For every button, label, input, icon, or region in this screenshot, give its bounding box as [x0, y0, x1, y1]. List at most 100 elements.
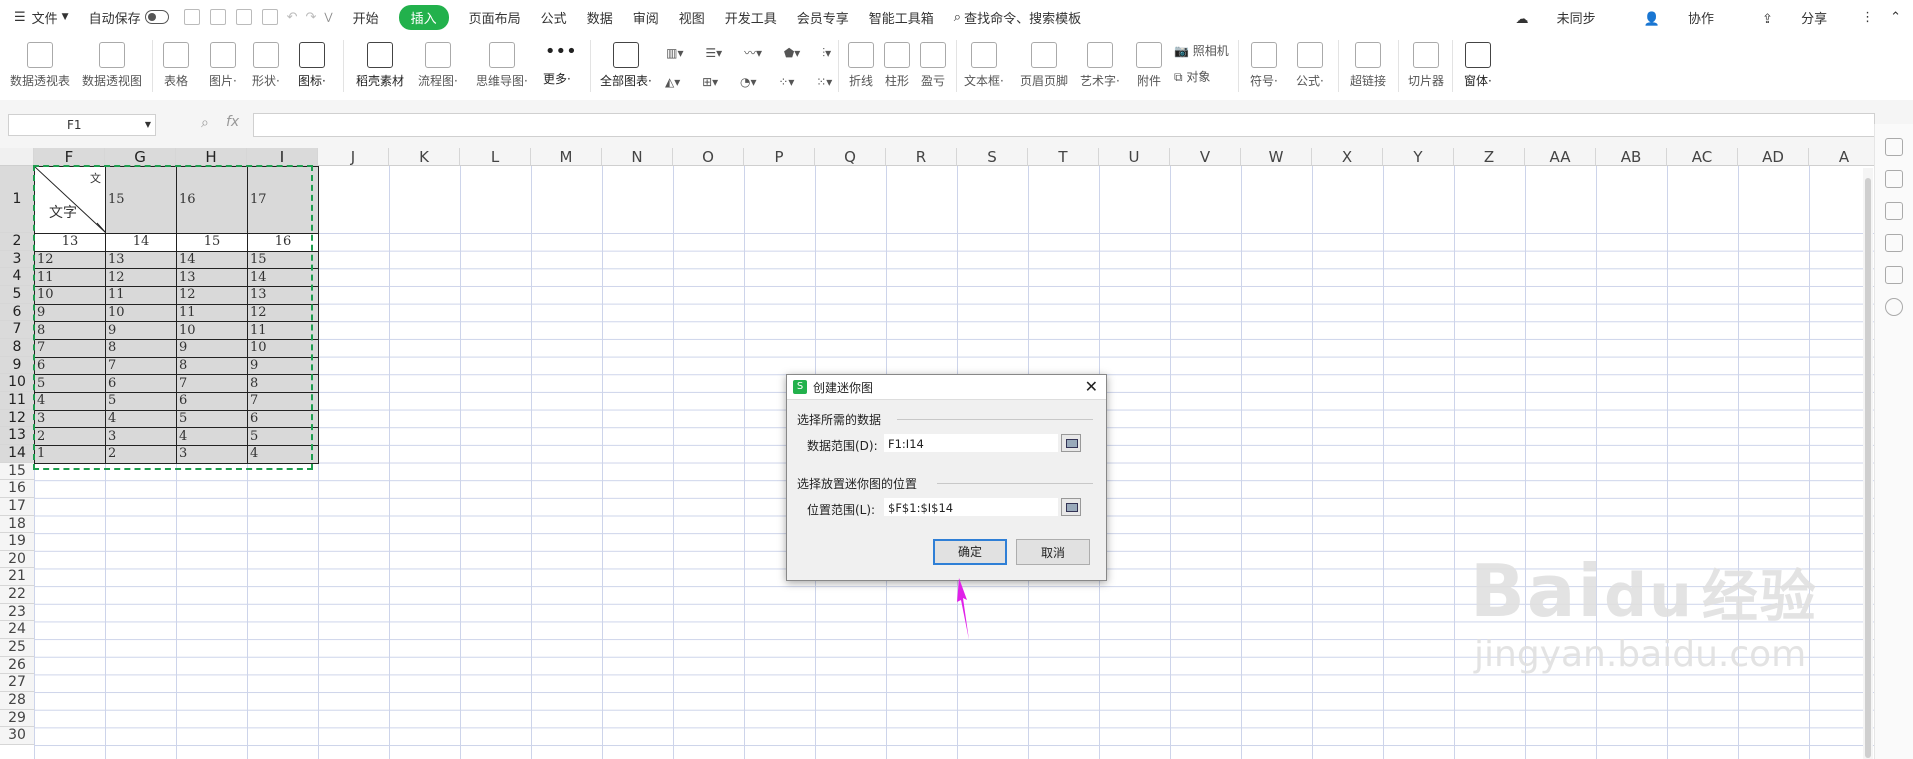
row-header[interactable]: 11 — [0, 391, 34, 410]
column-header[interactable]: W — [1241, 148, 1312, 166]
column-header[interactable]: H — [176, 148, 247, 166]
header-footer-button[interactable]: 页眉页脚 — [1020, 42, 1068, 89]
column-header[interactable]: T — [1028, 148, 1099, 166]
tab-home[interactable]: 开始 — [353, 8, 379, 27]
collapse-icon[interactable]: ⌃ — [1890, 10, 1901, 25]
row-header[interactable]: 28 — [0, 692, 34, 710]
chart-type-grid[interactable]: ▥▾ ☰▾ 〰▾ ⬟▾ ⫶▾ ◭▾ ⊞▾ ◔▾ ⁘▾ ⁙▾ — [665, 44, 832, 89]
row-header[interactable]: 6 — [0, 303, 34, 322]
close-icon[interactable]: ✕ — [1085, 377, 1098, 396]
row-header[interactable]: 29 — [0, 709, 34, 728]
data-range-input[interactable]: F1:I14 — [883, 433, 1059, 453]
row-header[interactable]: 13 — [0, 427, 34, 445]
redo-icon[interactable]: ↷ — [306, 10, 317, 25]
row-header[interactable]: 27 — [0, 674, 34, 693]
icon-button[interactable]: 图标· — [298, 42, 326, 89]
ok-button[interactable]: 确定 — [933, 539, 1007, 565]
row-header[interactable]: 15 — [0, 462, 34, 481]
sliders-icon[interactable] — [1885, 202, 1903, 220]
row-header[interactable]: 17 — [0, 497, 34, 516]
row-header[interactable]: 25 — [0, 639, 34, 657]
column-header[interactable]: S — [957, 148, 1028, 166]
column-chart-icon[interactable]: ▥▾ — [666, 46, 683, 60]
symbol-button[interactable]: 符号· — [1250, 42, 1278, 89]
pointer-icon[interactable] — [1885, 170, 1903, 188]
print-icon[interactable] — [235, 9, 252, 25]
scrollbar-thumb[interactable] — [1865, 178, 1871, 758]
row-header[interactable]: 10 — [0, 374, 34, 392]
zoom-search-icon[interactable]: ⌕ — [201, 115, 209, 131]
area-chart-icon[interactable]: ◭▾ — [665, 75, 680, 89]
column-header[interactable]: Y — [1383, 148, 1454, 166]
camera-button[interactable]: 📷 照相机 — [1174, 42, 1229, 59]
shape-button[interactable]: 形状· — [252, 42, 280, 89]
combo-chart-icon[interactable]: ⊞▾ — [702, 75, 718, 89]
help-icon[interactable] — [1885, 298, 1903, 316]
picture-button[interactable]: 图片· — [209, 42, 237, 89]
collaborate-button[interactable]: 👤 协作 — [1632, 8, 1726, 27]
more-options-icon[interactable]: ⋮ — [1861, 10, 1874, 25]
wordart-button[interactable]: 艺术字· — [1080, 42, 1120, 89]
pivot-table-button[interactable]: 数据透视表 — [10, 42, 70, 89]
row-header[interactable]: 14 — [0, 444, 34, 463]
autosave-toggle[interactable]: 自动保存 — [89, 8, 169, 27]
row-header[interactable]: 21 — [0, 568, 34, 587]
row-header[interactable]: 26 — [0, 656, 34, 675]
inbox-icon[interactable] — [1885, 266, 1903, 284]
row-header[interactable]: 2 — [0, 233, 34, 251]
tab-page-layout[interactable]: 页面布局 — [469, 8, 521, 27]
select-all-corner[interactable] — [0, 148, 34, 166]
row-header[interactable]: 8 — [0, 338, 34, 357]
row-header[interactable]: 24 — [0, 621, 34, 640]
column-header[interactable]: AB — [1596, 148, 1667, 166]
customize-toolbar-icon[interactable]: ⋁ — [324, 12, 332, 23]
sync-status[interactable]: ☁ 未同步 — [1504, 8, 1608, 27]
column-header[interactable]: A — [1809, 148, 1875, 166]
cancel-button[interactable]: 取消 — [1016, 539, 1090, 565]
column-header[interactable]: L — [460, 148, 531, 166]
formula-input[interactable] — [253, 113, 1875, 137]
flowchart-button[interactable]: 流程图· — [418, 42, 458, 89]
column-header[interactable]: N — [602, 148, 673, 166]
tab-review[interactable]: 审阅 — [633, 8, 659, 27]
sparkline-line-button[interactable]: 折线 — [848, 42, 874, 89]
row-header[interactable]: 5 — [0, 285, 34, 304]
row-header[interactable]: 9 — [0, 356, 34, 375]
equation-button[interactable]: 公式· — [1296, 42, 1324, 89]
column-header[interactable]: V — [1170, 148, 1241, 166]
scatter-chart-icon[interactable]: ⁘▾ — [778, 75, 794, 89]
print-preview-icon[interactable] — [261, 9, 278, 25]
row-header[interactable]: 12 — [0, 409, 34, 428]
column-header[interactable]: X — [1312, 148, 1383, 166]
table-button[interactable]: 表格 — [163, 42, 189, 89]
vertical-scrollbar[interactable] — [1863, 168, 1873, 759]
name-box[interactable]: F1 ▼ — [8, 114, 156, 136]
row-header[interactable]: 7 — [0, 321, 34, 339]
tab-developer[interactable]: 开发工具 — [725, 8, 777, 27]
row-header[interactable]: 20 — [0, 550, 34, 569]
mindmap-button[interactable]: 思维导图· — [476, 42, 528, 89]
column-header[interactable]: F — [34, 148, 105, 166]
bar-chart-h-icon[interactable]: ☰▾ — [705, 46, 722, 60]
row-header[interactable]: 18 — [0, 515, 34, 534]
save-icon[interactable] — [183, 9, 200, 25]
undo-icon[interactable]: ↶ — [287, 10, 298, 25]
tab-view[interactable]: 视图 — [679, 8, 705, 27]
column-header[interactable]: P — [744, 148, 815, 166]
hyperlink-button[interactable]: 超链接 — [1350, 42, 1386, 89]
textbox-button[interactable]: 文本框· — [964, 42, 1004, 89]
dot-chart-icon[interactable]: ⁙▾ — [816, 75, 832, 89]
all-charts-button[interactable]: 全部图表· — [600, 42, 652, 89]
layout-icon[interactable] — [1885, 234, 1903, 252]
row-header[interactable]: 22 — [0, 586, 34, 604]
range-picker-icon[interactable] — [1061, 434, 1081, 452]
range-picker-icon[interactable] — [1061, 498, 1081, 516]
tab-smart-tools[interactable]: 智能工具箱 — [869, 8, 934, 27]
column-header[interactable]: AA — [1525, 148, 1596, 166]
pivot-chart-button[interactable]: 数据透视图 — [82, 42, 142, 89]
column-header[interactable]: R — [886, 148, 957, 166]
tab-member[interactable]: 会员专享 — [797, 8, 849, 27]
line-chart-icon[interactable]: 〰▾ — [744, 46, 762, 60]
attachment-button[interactable]: 附件 — [1136, 42, 1162, 89]
more-button[interactable]: ••• 更多· — [543, 42, 577, 87]
